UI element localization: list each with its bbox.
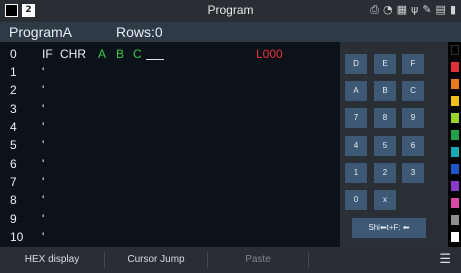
editor-line[interactable]: 9 ' [0,210,340,228]
key-6[interactable]: 6 [402,136,424,156]
token-if[interactable]: IF [42,45,53,63]
toolbar-divider [308,252,309,268]
bottom-toolbar: HEX display Cursor Jump Paste ☰ [0,247,461,273]
color-swatch-purple[interactable] [451,181,459,191]
color-swatch-orange[interactable] [451,79,459,89]
key-5[interactable]: 5 [374,136,396,156]
menu-icon[interactable]: ☰ [439,252,451,267]
key-a[interactable]: A [345,81,367,101]
program-editor[interactable]: 0 IF CHR A B C L000 1 ' 2 ' 3 ' 4 ' 5 ' 6 ' 7 '… [0,42,340,247]
text-cursor [146,59,164,60]
key-4[interactable]: 4 [345,136,367,156]
key-x[interactable]: x [374,190,396,210]
color-swatch-yellow[interactable] [451,96,459,106]
hex-keypad: D E F A B C 7 8 9 4 5 6 1 2 3 0 x Shi⬅t+… [340,42,448,247]
printer-icon: ⎙ [370,3,380,16]
wifi-icon: ◔ [383,3,393,16]
color-swatch-blue[interactable] [451,164,459,174]
color-swatch-red[interactable] [451,62,459,72]
key-c[interactable]: C [402,81,424,101]
line-label[interactable]: L000 [256,45,283,63]
program-name: ProgramA [9,24,73,40]
token-a[interactable]: A [98,45,106,63]
line-number: 8 [10,193,17,207]
color-palette [449,42,461,247]
usb-icon: ψ [411,3,419,16]
line-marker: ' [42,230,45,244]
editor-line[interactable]: 6 ' [0,155,340,173]
color-swatch-gray[interactable] [451,215,459,225]
line-number: 2 [10,83,17,97]
key-e[interactable]: E [374,54,396,74]
editor-line[interactable]: 3 ' [0,100,340,118]
line-marker: ' [42,212,45,226]
line-number: 0 [10,47,17,61]
key-1[interactable]: 1 [345,163,367,183]
tool-icon: ✎ [422,3,432,16]
line-number: 9 [10,212,17,226]
battery-icon: ▮ [449,3,456,16]
line-marker: ' [42,120,45,134]
status-bar: 2 Program ⎙ ◔ ▦ ψ ✎ ▤ ▮ [0,0,461,22]
key-2[interactable]: 2 [374,163,396,183]
key-0[interactable]: 0 [345,190,367,210]
key-8[interactable]: 8 [374,108,396,128]
key-7[interactable]: 7 [345,108,367,128]
clipboard-icon: ▤ [435,3,446,16]
rows-count: Rows:0 [116,24,163,40]
key-3[interactable]: 3 [402,163,424,183]
hex-display-button[interactable]: HEX display [0,247,104,273]
line-number: 6 [10,157,17,171]
color-swatch-pink[interactable] [451,198,459,208]
key-b[interactable]: B [374,81,396,101]
editor-line[interactable]: 1 ' [0,63,340,81]
line-marker: ' [42,193,45,207]
line-marker: ' [42,65,45,79]
editor-line[interactable]: 5 ' [0,136,340,154]
line-number: 7 [10,175,17,189]
token-b[interactable]: B [116,45,124,63]
editor-line[interactable]: 10 ' [0,228,340,246]
key-f[interactable]: F [402,54,424,74]
line-number: 10 [10,230,24,244]
program-header: ProgramA Rows:0 [0,22,461,42]
color-swatch-black[interactable] [451,45,459,55]
status-icons: ⎙ ◔ ▦ ψ ✎ ▤ ▮ [370,3,456,17]
line-number: 4 [10,120,17,134]
color-swatch-green[interactable] [451,130,459,140]
key-9[interactable]: 9 [402,108,424,128]
line-number: 1 [10,65,17,79]
editor-line[interactable]: 4 ' [0,118,340,136]
token-chr[interactable]: CHR [60,45,86,63]
shift-key[interactable]: Shi⬅t+F: ⬅ [352,218,426,238]
editor-line[interactable]: 7 ' [0,173,340,191]
color-swatch-lime[interactable] [451,113,459,123]
editor-line[interactable]: 2 ' [0,81,340,99]
line-marker: ' [42,175,45,189]
line-marker: ' [42,102,45,116]
cursor-jump-button[interactable]: Cursor Jump [105,247,207,273]
paste-button[interactable]: Paste [208,247,308,273]
editor-line[interactable]: 8 ' [0,191,340,209]
line-marker: ' [42,138,45,152]
line-marker: ' [42,83,45,97]
editor-line[interactable]: 0 IF CHR A B C L000 [0,45,340,63]
line-number: 3 [10,102,17,116]
key-d[interactable]: D [345,54,367,74]
color-swatch-teal[interactable] [451,147,459,157]
token-c[interactable]: C [133,45,142,63]
color-swatch-white[interactable] [451,232,459,242]
network-icon: ▦ [396,3,408,16]
line-number: 5 [10,138,17,152]
line-marker: ' [42,157,45,171]
